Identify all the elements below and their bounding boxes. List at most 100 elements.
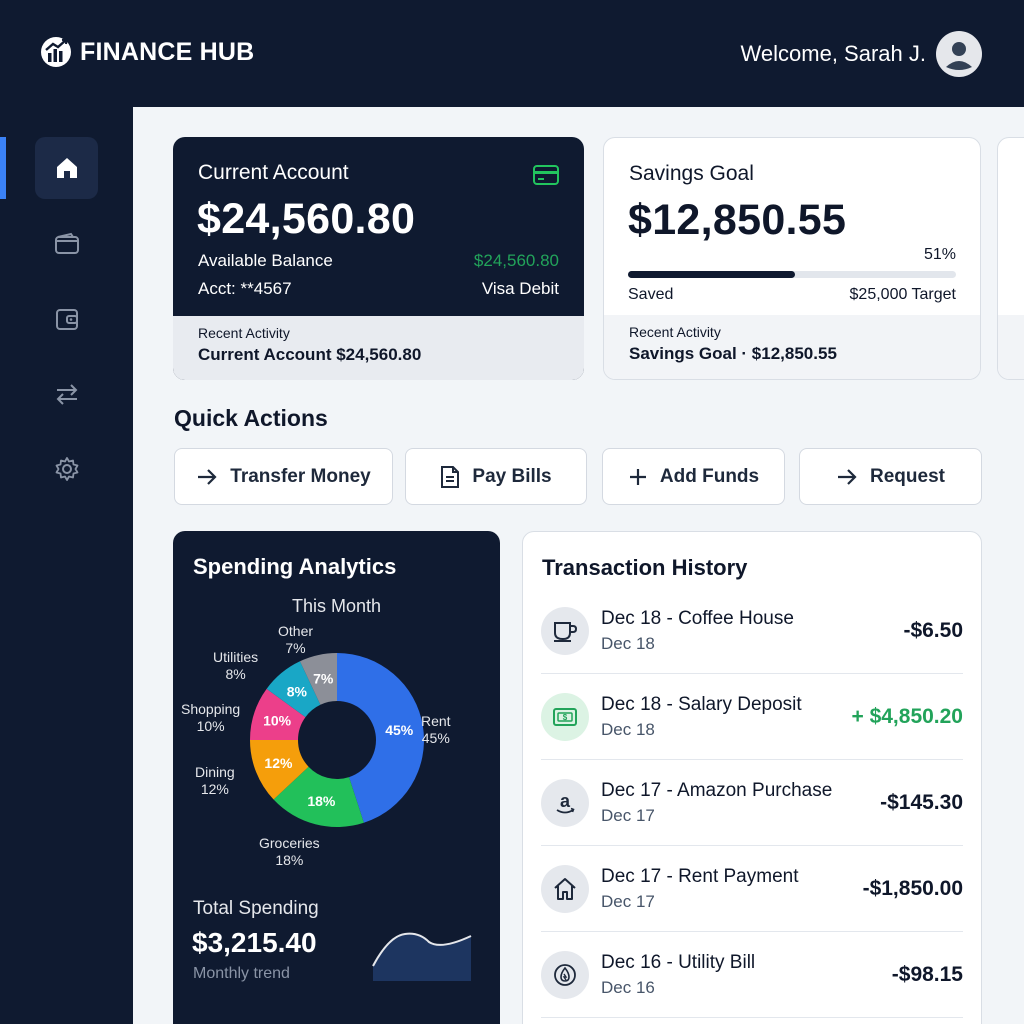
recent-activity-value: Savings Goal · $12,850.55 — [629, 344, 837, 363]
tx-name: Dec 17 - Rent Payment — [601, 865, 799, 887]
account-number: Acct: **4567 — [198, 279, 292, 298]
current-account-recent-activity: Recent Activity Current Account $24,560.… — [173, 316, 584, 380]
tx-date: Dec 16 — [601, 977, 655, 997]
main-content: Current Account $24,560.80 Available Bal… — [133, 107, 1024, 1024]
donut-category-percent: 12% — [200, 781, 229, 797]
home-icon — [56, 158, 77, 178]
savings-goal-amount: $12,850.55 — [628, 196, 847, 244]
donut-category-name: Groceries — [259, 835, 320, 851]
transaction-row[interactable]: Dec 16 - Utility Bill Dec 16 -$98.15 — [541, 932, 963, 1018]
tx-icon-wrap — [541, 864, 589, 913]
sidebar-item-transfers[interactable] — [35, 363, 98, 425]
tx-amount: -$6.50 — [903, 618, 963, 642]
donut-category-label-shopping: Shopping 10% — [181, 701, 240, 735]
available-balance-row: Available Balance $24,560.80 — [198, 251, 559, 271]
user-icon — [946, 42, 972, 70]
house-icon — [554, 877, 576, 900]
available-balance-label: Available Balance — [198, 251, 333, 270]
partial-card-footer — [998, 315, 1024, 379]
target-label: $25,000 Target — [849, 286, 956, 303]
tx-icon-wrap — [541, 950, 589, 999]
svg-text:a: a — [560, 791, 571, 811]
donut-value-label: 12% — [264, 755, 293, 771]
monthly-trend-label: Monthly trend — [193, 965, 290, 982]
savings-progress-percent: 51% — [923, 246, 956, 263]
pay-bills-label: Pay Bills — [472, 465, 552, 487]
donut-category-label-groceries: Groceries 18% — [259, 835, 320, 869]
sidebar-item-home[interactable] — [35, 137, 98, 199]
current-account-title: Current Account — [198, 161, 349, 184]
tx-name: Dec 18 - Coffee House — [601, 607, 794, 629]
tx-amount: -$145.30 — [880, 790, 963, 814]
credit-card-icon — [533, 165, 559, 185]
transaction-row[interactable]: a Dec 17 - Amazon Purchase Dec 17 -$145.… — [541, 760, 963, 846]
total-spending-label: Total Spending — [193, 898, 319, 919]
sidebar-item-settings[interactable] — [35, 438, 98, 500]
pay-bills-button[interactable]: Pay Bills — [405, 448, 587, 505]
recent-activity-label: Recent Activity — [198, 325, 290, 341]
donut-category-percent: 18% — [275, 852, 304, 868]
add-funds-label: Add Funds — [659, 465, 760, 487]
flame-icon — [554, 963, 576, 986]
savings-recent-activity: Recent Activity Savings Goal · $12,850.5… — [604, 315, 980, 379]
savings-goal-title: Savings Goal — [629, 162, 754, 185]
donut-category-name: Shopping — [181, 701, 241, 717]
savings-target-row: Saved $25,000 Target — [628, 286, 956, 304]
savings-goal-card[interactable]: Savings Goal $12,850.55 51% Saved $25,00… — [603, 137, 981, 380]
tx-amount: + $4,850.20 — [851, 704, 963, 728]
partial-account-card[interactable] — [997, 137, 1024, 380]
account-info-row: Acct: **4567 Visa Debit — [198, 279, 559, 299]
current-account-card[interactable]: Current Account $24,560.80 Available Bal… — [173, 137, 584, 380]
sidebar-item-wallet[interactable] — [35, 213, 98, 275]
app-title: FINANCE HUB — [80, 37, 255, 66]
current-account-balance: $24,560.80 — [197, 195, 416, 243]
donut-category-name: Rent — [421, 713, 451, 729]
tx-amount: -$1,850.00 — [862, 876, 963, 900]
transaction-history-card: Transaction History Dec 18 - Coffee Hous… — [522, 531, 982, 1024]
transaction-row[interactable]: Dec 18 - Coffee House Dec 18 -$6.50 — [541, 588, 963, 674]
gear-icon — [55, 457, 78, 481]
transaction-history-title: Transaction History — [542, 555, 748, 580]
tx-name: Dec 17 - Amazon Purchase — [601, 779, 833, 801]
tx-name: Dec 18 - Salary Deposit — [601, 693, 802, 715]
transfer-money-button[interactable]: Transfer Money — [174, 448, 393, 505]
tx-date: Dec 17 — [601, 891, 655, 911]
logo-chart-icon — [41, 37, 71, 67]
tx-name: Dec 16 - Utility Bill — [601, 951, 756, 973]
money-icon: $ — [553, 707, 577, 726]
spending-analytics-card: Spending Analytics This Month 45% 18% 12% 1… — [173, 531, 500, 1024]
coffee-cup-icon — [554, 621, 578, 642]
request-button[interactable]: Request — [799, 448, 982, 505]
donut-category-name: Utilities — [213, 649, 259, 665]
tx-date: Dec 18 — [601, 633, 655, 653]
total-spending-value: $3,215.40 — [192, 927, 317, 958]
donut-category-name: Dining — [195, 764, 235, 780]
tx-date: Dec 18 — [601, 719, 655, 739]
recent-activity-value: Current Account $24,560.80 — [198, 345, 422, 364]
request-label: Request — [870, 465, 945, 487]
donut-category-label-rent: Rent 45% — [421, 713, 451, 747]
donut-category-percent: 45% — [421, 730, 450, 746]
svg-text:$: $ — [563, 713, 568, 722]
donut-category-label-utilities: Utilities 8% — [213, 649, 258, 683]
plus-icon — [629, 468, 646, 485]
app-logo[interactable]: FINANCE HUB — [40, 36, 254, 68]
tx-icon-wrap: $ — [541, 692, 589, 741]
transfer-money-label: Transfer Money — [230, 465, 371, 487]
sidebar-item-accounts[interactable] — [35, 288, 98, 350]
arrow-right-icon — [838, 468, 857, 485]
user-avatar[interactable] — [936, 31, 982, 77]
donut-value-label: 45% — [385, 722, 414, 738]
tx-date: Dec 17 — [601, 805, 655, 825]
tx-icon-wrap — [541, 606, 589, 655]
tx-icon-wrap: a — [541, 778, 589, 827]
sidebar — [0, 107, 133, 1024]
transaction-row[interactable]: Dec 17 - Rent Payment Dec 17 -$1,850.00 — [541, 846, 963, 932]
recent-activity-label: Recent Activity — [629, 324, 721, 340]
donut-category-percent: 7% — [285, 640, 306, 656]
top-header: FINANCE HUB Welcome, Sarah J. — [0, 0, 1024, 107]
donut-category-label-other: Other 7% — [278, 623, 313, 657]
transaction-row[interactable]: $ Dec 18 - Salary Deposit Dec 18 + $4,85… — [541, 674, 963, 760]
add-funds-button[interactable]: Add Funds — [602, 448, 785, 505]
wallet-icon — [54, 232, 79, 254]
